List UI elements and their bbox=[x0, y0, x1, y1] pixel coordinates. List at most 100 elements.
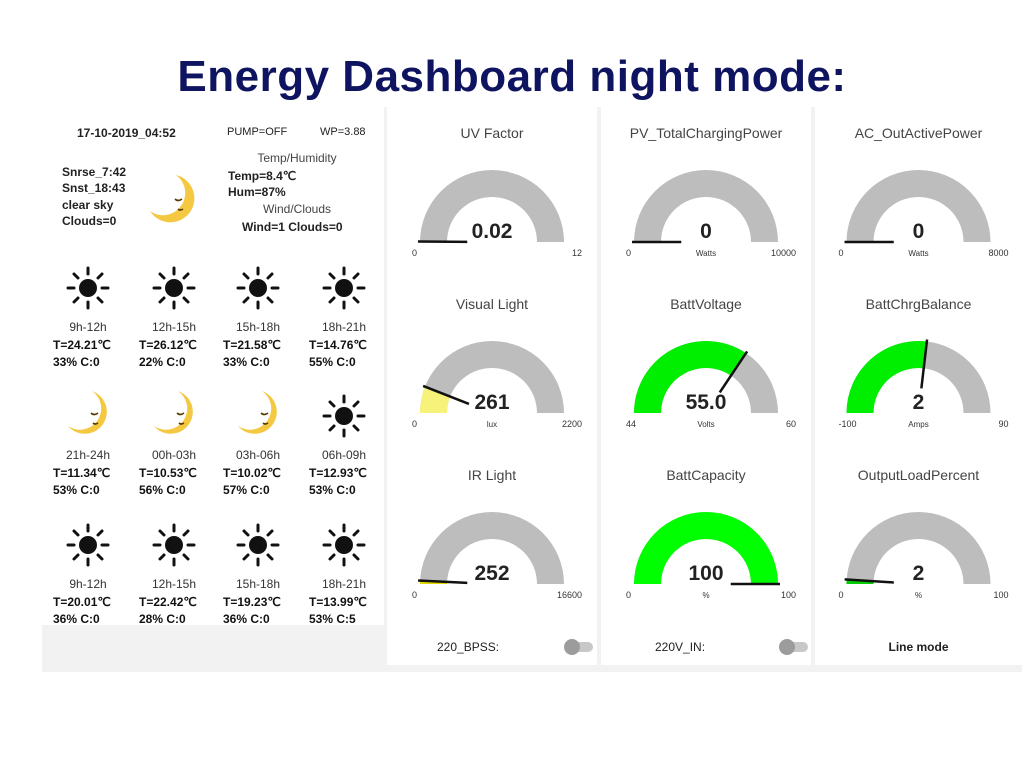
sun-icon bbox=[152, 266, 196, 315]
forecast-humidity-clouds: 57% C:0 bbox=[223, 483, 270, 497]
forecast-item: 00h-03h T=10.53℃ 56% C:0 bbox=[139, 388, 222, 500]
forecast-item: 21h-24h T=11.34℃ 53% C:0 bbox=[53, 390, 136, 500]
sun-icon bbox=[66, 266, 110, 315]
forecast-time: 15h-18h bbox=[235, 577, 281, 591]
forecast-humidity-clouds: 55% C:0 bbox=[309, 355, 356, 369]
forecast-item: 15h-18h T=19.23℃ 36% C:0 bbox=[223, 519, 306, 629]
forecast-humidity-clouds: 33% C:0 bbox=[53, 355, 100, 369]
sunset: Snst_18:43 bbox=[62, 181, 126, 195]
moon-icon bbox=[150, 388, 198, 445]
sun-icon bbox=[322, 523, 366, 572]
gauge-unit: Watts bbox=[695, 249, 717, 258]
sun-icon bbox=[322, 394, 366, 443]
forecast-time: 15h-18h bbox=[235, 320, 281, 334]
forecast-humidity-clouds: 53% C:0 bbox=[309, 483, 356, 497]
wind-clouds: Wind=1 Clouds=0 bbox=[242, 220, 343, 234]
forecast-item: 03h-06h T=10.02℃ 57% C:0 bbox=[223, 388, 306, 500]
page-title: Energy Dashboard night mode: bbox=[177, 52, 847, 101]
moon-icon bbox=[234, 388, 282, 445]
gauge-min: 0 bbox=[412, 248, 418, 258]
sun-icon bbox=[152, 523, 196, 572]
forecast-temp: T=26.12℃ bbox=[139, 338, 197, 352]
forecast-time: 21h-24h bbox=[65, 448, 111, 462]
gauge-value: 261 bbox=[474, 391, 510, 414]
forecast-time: 18h-21h bbox=[321, 320, 367, 334]
forecast-temp: T=14.76℃ bbox=[309, 338, 367, 352]
bpss-toggle[interactable] bbox=[564, 639, 593, 655]
forecast-time: 06h-09h bbox=[321, 448, 367, 462]
forecast-item: 18h-21h T=14.76℃ 55% C:0 bbox=[309, 262, 392, 372]
gauge-value: 2 bbox=[912, 562, 925, 585]
forecast-temp: T=21.58℃ bbox=[223, 338, 281, 352]
forecast-item: 06h-09h T=12.93℃ 53% C:0 bbox=[309, 390, 392, 500]
forecast-temp: T=24.21℃ bbox=[53, 338, 111, 352]
gauge-unit: % bbox=[914, 591, 923, 600]
sun-icon bbox=[322, 266, 366, 315]
vin-toggle[interactable] bbox=[779, 639, 808, 655]
forecast-temp: T=12.93℃ bbox=[309, 466, 367, 480]
forecast-humidity-clouds: 28% C:0 bbox=[139, 612, 186, 626]
gauge-value: 0.02 bbox=[471, 220, 513, 243]
clouds: Clouds=0 bbox=[62, 214, 117, 228]
forecast-time: 12h-15h bbox=[151, 577, 197, 591]
forecast-temp: T=20.01℃ bbox=[53, 595, 111, 609]
toggle-knob bbox=[564, 639, 580, 655]
gauge-max: 12 bbox=[571, 248, 582, 258]
gauge-unit: Amps bbox=[908, 420, 929, 429]
datetime: 17-10-2019_04:52 bbox=[77, 126, 176, 140]
forecast-time: 03h-06h bbox=[235, 448, 281, 462]
gauge-unit: % bbox=[702, 591, 710, 600]
temp-humidity-label: Temp/Humidity bbox=[257, 151, 337, 165]
forecast-time: 9h-12h bbox=[69, 577, 107, 591]
gauge-min: 0 bbox=[412, 590, 418, 600]
forecast-item: 9h-12h T=24.21℃ 33% C:0 bbox=[53, 262, 136, 372]
pump-status: PUMP=OFF bbox=[227, 126, 288, 138]
forecast-humidity-clouds: 36% C:0 bbox=[223, 612, 270, 626]
gauge-value: 0 bbox=[912, 220, 925, 243]
gauge-unit: Volts bbox=[697, 420, 715, 429]
forecast-item: 12h-15h T=22.42℃ 28% C:0 bbox=[139, 519, 222, 629]
sun-icon bbox=[236, 266, 280, 315]
forecast-humidity-clouds: 22% C:0 bbox=[139, 355, 186, 369]
gauge-max: 16600 bbox=[556, 590, 582, 600]
weather-panel: 17-10-2019_04:52 PUMP=OFF WP=3.88 Snrse_… bbox=[42, 107, 384, 626]
sun-icon bbox=[66, 523, 110, 572]
bpss-label: 220_BPSS: bbox=[437, 640, 500, 654]
forecast-time: 9h-12h bbox=[69, 320, 107, 334]
gauge-value: 100 bbox=[688, 562, 724, 585]
moon-icon bbox=[142, 169, 202, 229]
forecast-humidity-clouds: 36% C:0 bbox=[53, 612, 100, 626]
forecast-time: 18h-21h bbox=[321, 577, 367, 591]
forecast-humidity-clouds: 56% C:0 bbox=[139, 483, 186, 497]
forecast-humidity-clouds: 53% C:5 bbox=[309, 612, 356, 626]
forecast-temp: T=22.42℃ bbox=[139, 595, 197, 609]
forecast-temp: T=19.23℃ bbox=[223, 595, 281, 609]
forecast-time: 00h-03h bbox=[151, 448, 197, 462]
vin-label: 220V_IN: bbox=[655, 640, 706, 654]
forecast-item: 15h-18h T=21.58℃ 33% C:0 bbox=[223, 262, 306, 372]
forecast-item: 12h-15h T=26.12℃ 22% C:0 bbox=[139, 262, 222, 372]
gauge-unit: lux bbox=[486, 420, 498, 429]
forecast-humidity-clouds: 33% C:0 bbox=[223, 355, 270, 369]
forecast-temp: T=13.99℃ bbox=[309, 595, 367, 609]
forecast-humidity-clouds: 53% C:0 bbox=[53, 483, 100, 497]
gauge-value: 252 bbox=[474, 562, 510, 585]
forecast-item: 9h-12h T=20.01℃ 36% C:0 bbox=[53, 519, 136, 629]
line-mode: Line mode bbox=[888, 640, 949, 654]
sunrise: Snrse_7:42 bbox=[62, 165, 127, 179]
forecast-time: 12h-15h bbox=[151, 320, 197, 334]
humidity: Hum=87% bbox=[228, 185, 286, 199]
forecast-temp: T=10.53℃ bbox=[139, 466, 197, 480]
forecast-temp: T=11.34℃ bbox=[53, 466, 111, 480]
toggle-knob bbox=[779, 639, 795, 655]
wp-value: WP=3.88 bbox=[320, 126, 366, 138]
sun-icon bbox=[236, 523, 280, 572]
gauge-value: 0 bbox=[700, 220, 712, 243]
forecast-item: 18h-21h T=13.99℃ 53% C:5 bbox=[309, 519, 392, 629]
gauge-value: 55.0 bbox=[685, 391, 727, 414]
temperature: Temp=8.4℃ bbox=[228, 169, 297, 183]
sky-condition: clear sky bbox=[62, 198, 114, 212]
wind-clouds-label: Wind/Clouds bbox=[262, 202, 332, 216]
gauge-value: 2 bbox=[912, 391, 925, 414]
gauge-unit: Watts bbox=[908, 249, 929, 258]
